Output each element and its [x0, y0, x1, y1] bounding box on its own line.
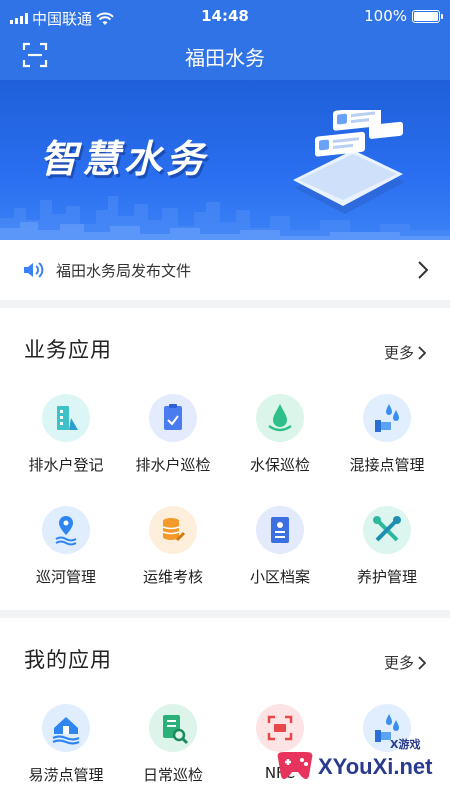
house-flood-icon	[42, 704, 90, 752]
banner-title: 智慧水务	[40, 137, 209, 181]
notice-bar[interactable]: 福田水务局发布文件	[0, 240, 450, 300]
chevron-right-icon	[418, 345, 426, 360]
battery-percent: 100%	[364, 7, 407, 25]
water-drop-icon	[256, 394, 304, 442]
app-daily-inspection[interactable]: 日常巡检	[117, 704, 229, 785]
location-water-icon	[42, 506, 90, 554]
app-label: 养护管理	[356, 568, 417, 586]
app-ops-assessment[interactable]: 运维考核	[117, 506, 229, 587]
app-drainage-register[interactable]: 排水户登记	[10, 394, 122, 475]
app-label: 混接点管理	[349, 456, 425, 474]
watermark-logo: X游戏 XYouXi.net	[272, 736, 442, 792]
app-flood-point[interactable]: 易涝点管理	[10, 704, 122, 785]
phone-illustration	[293, 110, 405, 214]
notice-text: 福田水务局发布文件	[56, 261, 192, 280]
status-bar: 中国联通 14:48 100%	[0, 0, 450, 32]
app-label: 日常巡检	[142, 766, 203, 784]
chevron-right-icon	[418, 655, 426, 670]
pipe-drops-icon	[363, 394, 411, 442]
speaker-icon	[24, 262, 44, 278]
banner[interactable]: 智慧水务	[0, 80, 450, 240]
app-mixed-connection[interactable]: 混接点管理	[331, 394, 443, 475]
app-maintenance[interactable]: 养护管理	[331, 506, 443, 587]
document-search-icon	[149, 704, 197, 752]
database-tool-icon	[149, 506, 197, 554]
app-label: 水保巡检	[249, 456, 310, 474]
watermark-small: X游戏	[390, 738, 421, 751]
page-title: 福田水务	[185, 46, 265, 70]
nav-bar: 福田水务	[0, 32, 450, 80]
section-title: 业务应用	[24, 334, 112, 364]
chevron-right-icon	[418, 261, 428, 279]
app-label: 巡河管理	[35, 568, 96, 586]
more-link[interactable]: 更多	[384, 652, 426, 673]
app-community-archive[interactable]: 小区档案	[224, 506, 336, 587]
gamepad-icon	[277, 752, 313, 779]
app-label: 易涝点管理	[28, 766, 104, 784]
app-river-patrol[interactable]: 巡河管理	[10, 506, 122, 587]
battery-info: 100%	[364, 7, 443, 25]
app-water-conservation[interactable]: 水保巡检	[224, 394, 336, 475]
building-water-icon	[42, 394, 90, 442]
battery-icon	[412, 9, 443, 23]
clipboard-check-icon	[149, 394, 197, 442]
more-link[interactable]: 更多	[384, 342, 426, 363]
app-label: 排水户巡检	[135, 456, 211, 474]
watermark-text: XYouXi.net	[318, 754, 433, 779]
section-title: 我的应用	[24, 644, 112, 674]
app-label: 小区档案	[249, 568, 310, 586]
app-label: 运维考核	[142, 568, 203, 586]
archive-icon	[256, 506, 304, 554]
business-apps-section: 业务应用 更多 排水户登记 排水户巡检 水保巡检 混接点管理 巡河管理 运维考核…	[0, 308, 450, 610]
app-label: 排水户登记	[28, 456, 104, 474]
wrench-screwdriver-icon	[363, 506, 411, 554]
app-drainage-inspect[interactable]: 排水户巡检	[117, 394, 229, 475]
